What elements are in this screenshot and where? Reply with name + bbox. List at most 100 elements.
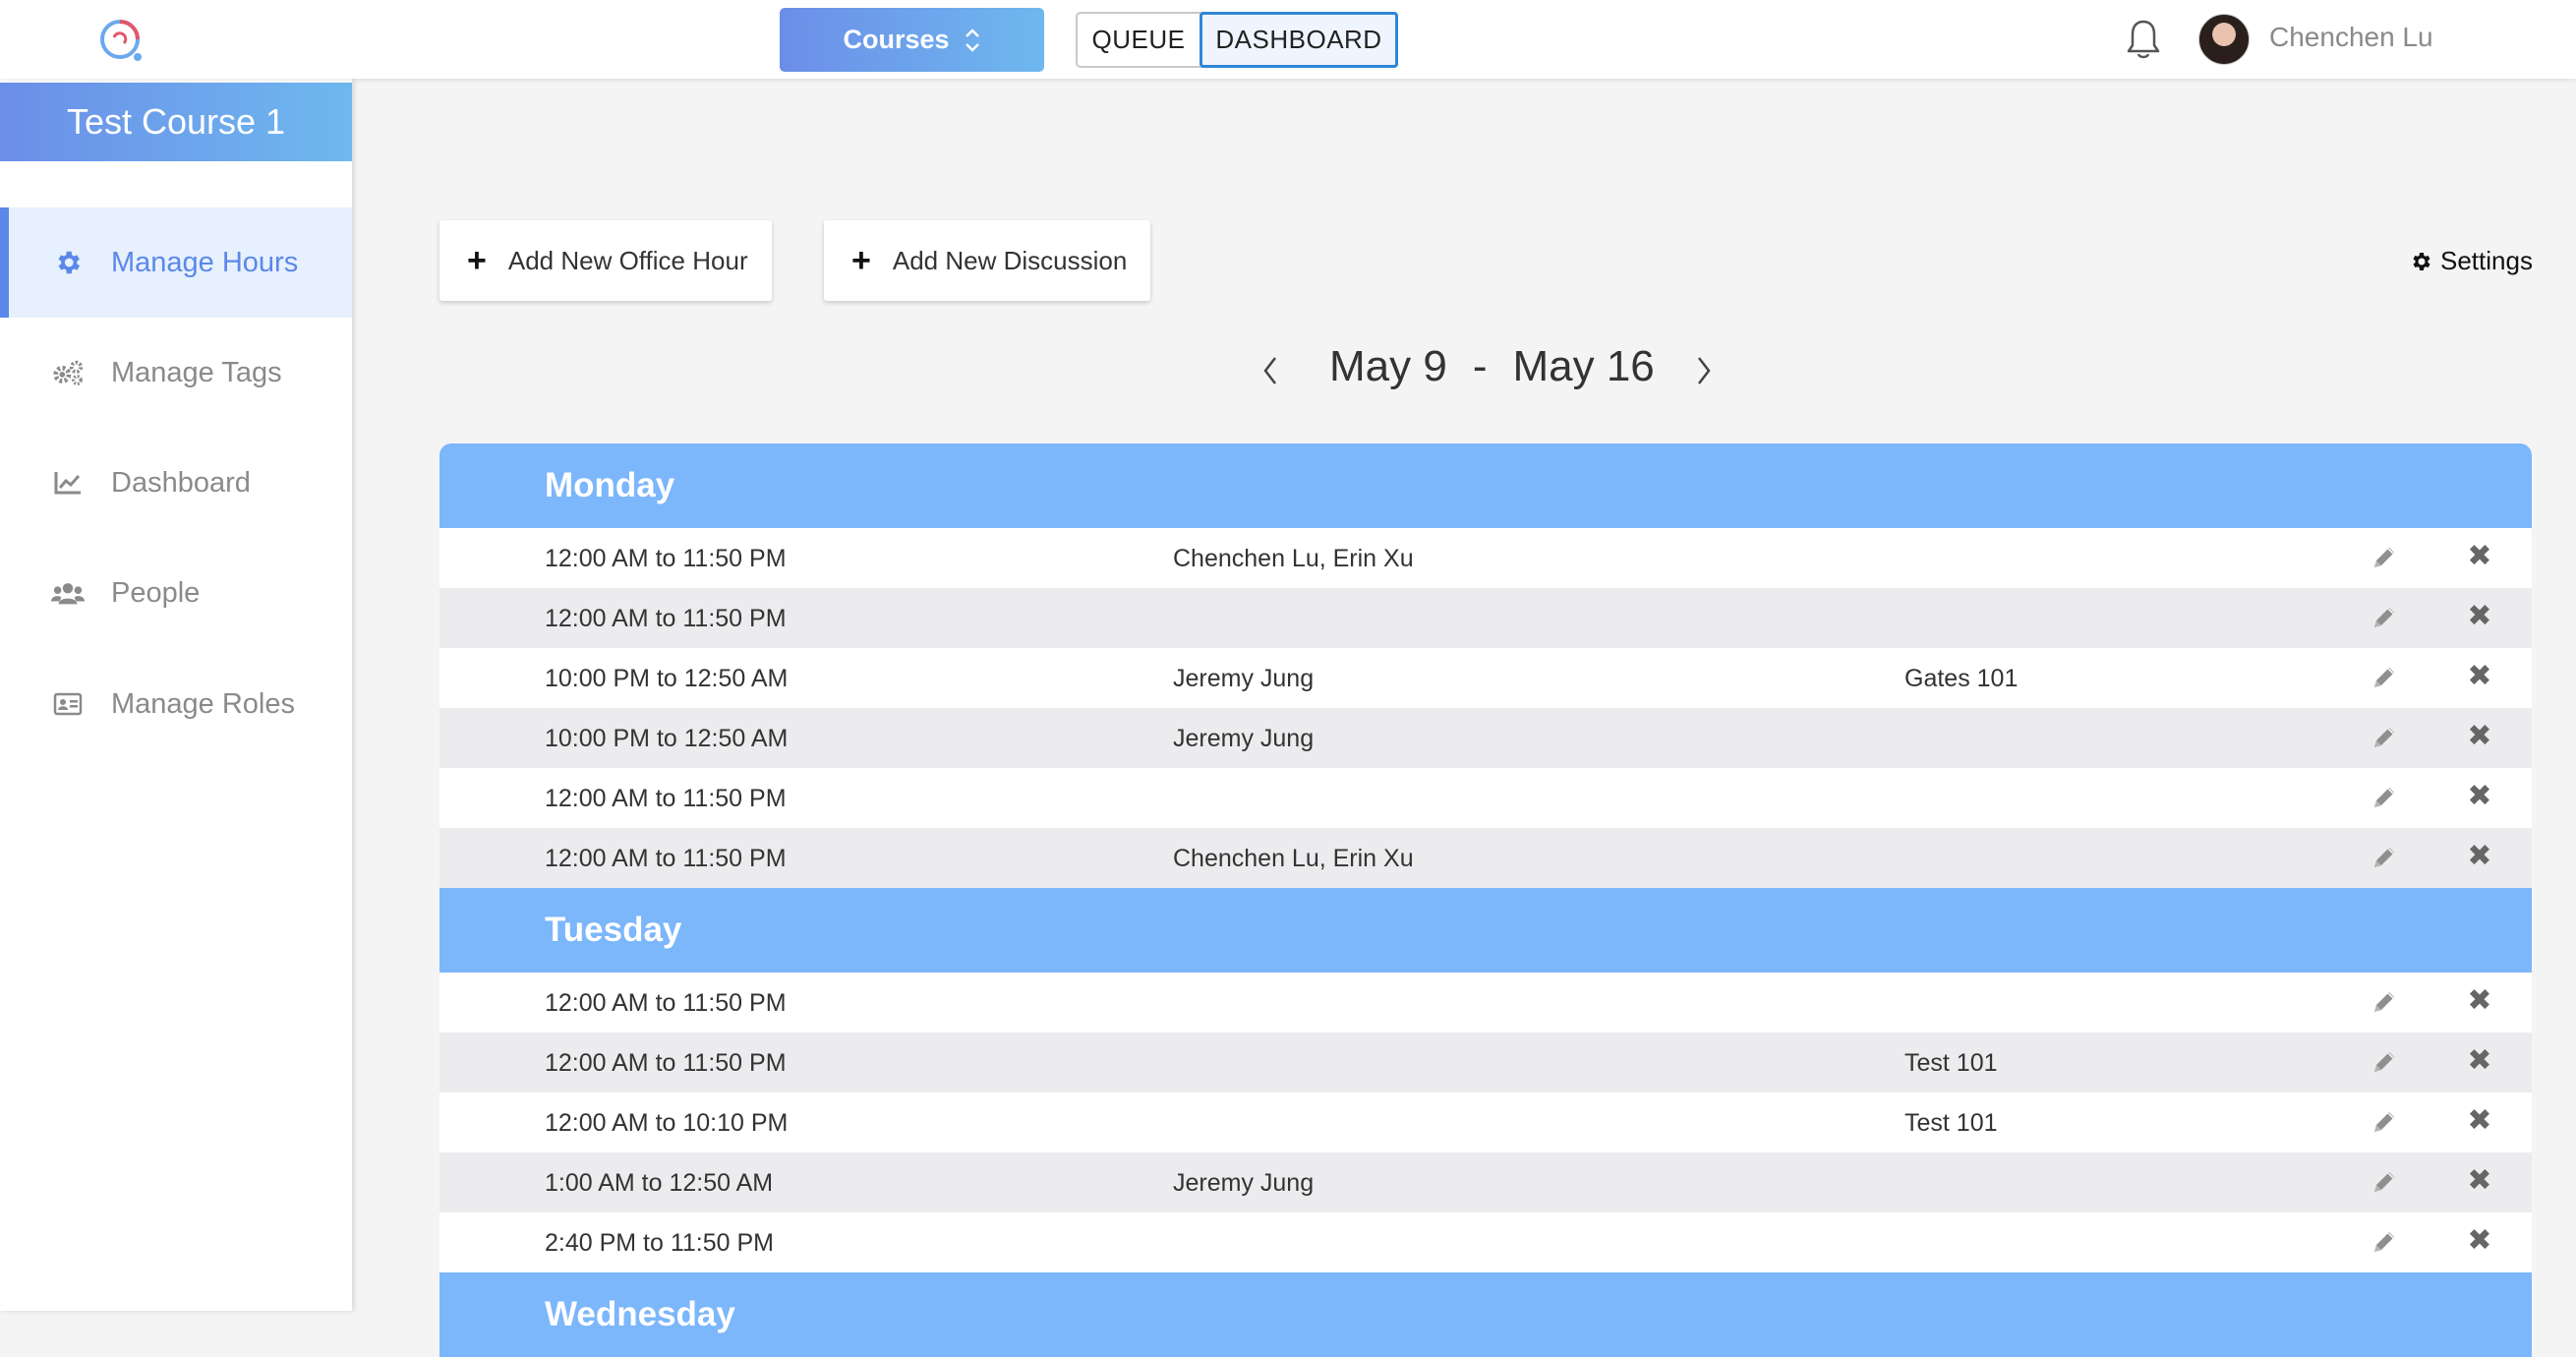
sidebar-item-label: Dashboard <box>111 466 251 499</box>
plus-icon: + <box>851 242 871 279</box>
sidebar: Test Course 1 Manage Hours Manage Tags D… <box>0 79 352 1311</box>
table-row: 12:00 AM to 11:50 PM ✖ <box>439 973 2532 1032</box>
hour-time: 10:00 PM to 12:50 AM <box>545 665 789 692</box>
pencil-icon[interactable] <box>2370 987 2399 1017</box>
sidebar-item-manage-roles[interactable]: Manage Roles <box>0 649 352 759</box>
chevron-right-icon[interactable] <box>1694 354 1714 387</box>
table-row: 12:00 AM to 11:50 PM Chenchen Lu, Erin Xu… <box>439 528 2532 588</box>
dashboard-tab[interactable]: DASHBOARD <box>1200 12 1398 68</box>
pencil-icon[interactable] <box>2370 723 2399 752</box>
courses-dropdown-button[interactable]: Courses <box>780 8 1044 72</box>
settings-button[interactable]: Settings <box>2409 246 2533 276</box>
table-row: 12:00 AM to 11:50 PM ✖ <box>439 588 2532 648</box>
hour-hosts: Jeremy Jung <box>1173 1169 1315 1197</box>
pencil-icon[interactable] <box>2370 843 2399 872</box>
add-office-hour-label: Add New Office Hour <box>507 245 748 275</box>
settings-label: Settings <box>2440 246 2533 275</box>
week-start: May 9 <box>1329 342 1447 390</box>
table-row: 10:00 PM to 12:50 AM Jeremy Jung Gates 101… <box>439 648 2532 708</box>
week-navigator: May 9- May 16 <box>1249 334 1721 403</box>
sidebar-item-people[interactable]: People <box>0 538 352 648</box>
schedule-table: Monday 12:00 AM to 11:50 PM Chenchen Lu, E… <box>439 443 2532 1357</box>
top-bar: Courses QUEUE DASHBOARD Chenchen Lu <box>0 0 2576 79</box>
app-logo-icon[interactable] <box>96 16 146 65</box>
table-row: 12:00 AM to 11:50 PM ✖ <box>439 768 2532 828</box>
chart-icon <box>51 468 85 498</box>
sidebar-item-dashboard[interactable]: Dashboard <box>0 428 352 538</box>
week-separator: - <box>1472 342 1488 390</box>
hour-hosts: Jeremy Jung <box>1173 725 1315 752</box>
close-icon[interactable]: ✖ <box>2465 1106 2494 1136</box>
add-discussion-label: Add New Discussion <box>892 245 1128 275</box>
week-range: May 9- May 16 <box>1329 342 1655 391</box>
pencil-icon[interactable] <box>2370 663 2399 692</box>
close-icon[interactable]: ✖ <box>2465 782 2494 811</box>
sidebar-item-label: People <box>111 576 201 609</box>
add-office-hour-button[interactable]: + Add New Office Hour <box>439 220 772 301</box>
pencil-icon[interactable] <box>2370 543 2399 572</box>
pencil-icon[interactable] <box>2370 783 2399 812</box>
table-row: 12:00 AM to 10:10 PM Test 101 ✖ <box>439 1092 2532 1152</box>
hour-time: 12:00 AM to 10:10 PM <box>545 1109 789 1137</box>
view-toggle: QUEUE DASHBOARD <box>1076 12 1398 68</box>
close-icon[interactable]: ✖ <box>2465 722 2494 751</box>
hour-time: 10:00 PM to 12:50 AM <box>545 725 789 752</box>
plus-icon: + <box>467 242 487 279</box>
week-end: May 16 <box>1512 342 1655 390</box>
sidebar-item-label: Manage Hours <box>111 246 299 278</box>
gears-icon <box>51 358 85 387</box>
close-icon[interactable]: ✖ <box>2465 1046 2494 1076</box>
day-header: Tuesday <box>439 888 2532 973</box>
queue-tab[interactable]: QUEUE <box>1078 14 1200 66</box>
day-header: Monday <box>439 443 2532 528</box>
close-icon[interactable]: ✖ <box>2465 842 2494 871</box>
close-icon[interactable]: ✖ <box>2465 1226 2494 1256</box>
gear-icon <box>2413 252 2430 270</box>
chevron-up-down-icon <box>965 28 979 52</box>
pencil-icon[interactable] <box>2370 1227 2399 1257</box>
hour-time: 12:00 AM to 11:50 PM <box>545 989 787 1017</box>
hour-time: 12:00 AM to 11:50 PM <box>545 545 787 572</box>
table-row: 1:00 AM to 12:50 AM Jeremy Jung ✖ <box>439 1152 2532 1212</box>
hour-room: Test 101 <box>1904 1049 1998 1077</box>
table-row: 10:00 PM to 12:50 AM Jeremy Jung ✖ <box>439 708 2532 768</box>
table-row: 2:40 PM to 11:50 PM ✖ <box>439 1212 2532 1272</box>
hour-time: 12:00 AM to 11:50 PM <box>545 845 787 872</box>
course-title: Test Course 1 <box>0 83 352 161</box>
bell-icon[interactable] <box>2124 18 2163 61</box>
close-icon[interactable]: ✖ <box>2465 662 2494 691</box>
sidebar-item-label: Manage Roles <box>111 687 295 720</box>
gear-icon <box>51 248 85 277</box>
hour-hosts: Chenchen Lu, Erin Xu <box>1173 545 1414 572</box>
sidebar-item-manage-hours[interactable]: Manage Hours <box>0 207 352 318</box>
pencil-icon[interactable] <box>2370 1167 2399 1197</box>
close-icon[interactable]: ✖ <box>2465 1166 2494 1196</box>
hour-time: 2:40 PM to 11:50 PM <box>545 1229 774 1257</box>
hour-time: 12:00 AM to 11:50 PM <box>545 605 787 632</box>
pencil-icon[interactable] <box>2370 1107 2399 1137</box>
avatar[interactable] <box>2198 14 2250 65</box>
sidebar-item-label: Manage Tags <box>111 356 282 388</box>
hour-time: 12:00 AM to 11:50 PM <box>545 785 787 812</box>
id-card-icon <box>51 689 85 719</box>
table-row: 12:00 AM to 11:50 PM Chenchen Lu, Erin Xu… <box>439 828 2532 888</box>
table-row: 12:00 AM to 11:50 PM Test 101 ✖ <box>439 1032 2532 1092</box>
close-icon[interactable]: ✖ <box>2465 986 2494 1016</box>
sidebar-item-manage-tags[interactable]: Manage Tags <box>0 318 352 428</box>
users-icon <box>51 578 85 608</box>
hour-time: 1:00 AM to 12:50 AM <box>545 1169 774 1197</box>
hour-hosts: Chenchen Lu, Erin Xu <box>1173 845 1414 872</box>
pencil-icon[interactable] <box>2370 603 2399 632</box>
close-icon[interactable]: ✖ <box>2465 542 2494 571</box>
close-icon[interactable]: ✖ <box>2465 602 2494 631</box>
hour-time: 12:00 AM to 11:50 PM <box>545 1049 787 1077</box>
day-header: Wednesday <box>439 1272 2532 1357</box>
hour-room: Gates 101 <box>1904 665 2019 692</box>
hour-hosts: Jeremy Jung <box>1173 665 1315 692</box>
add-discussion-button[interactable]: + Add New Discussion <box>824 220 1150 301</box>
courses-label: Courses <box>843 25 950 54</box>
user-name[interactable]: Chenchen Lu <box>2269 22 2433 53</box>
hour-room: Test 101 <box>1904 1109 1998 1137</box>
pencil-icon[interactable] <box>2370 1047 2399 1077</box>
chevron-left-icon[interactable] <box>1260 354 1280 387</box>
